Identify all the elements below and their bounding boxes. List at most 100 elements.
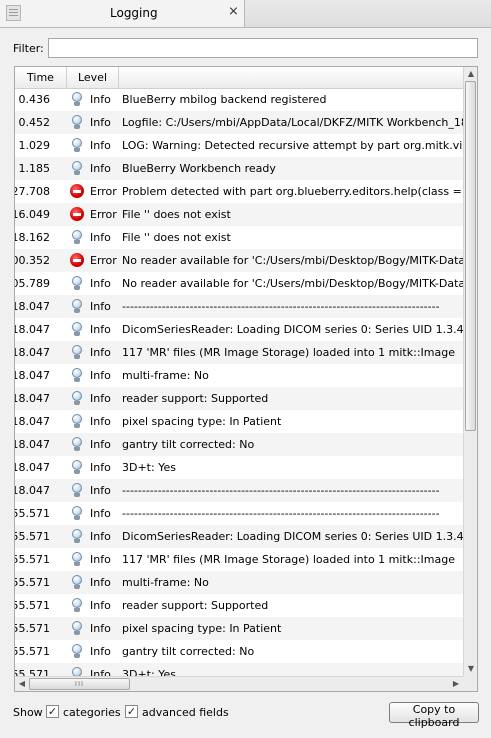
row-message: Problem detected with part org.blueberry… bbox=[122, 185, 463, 198]
row-time: 1318.047 bbox=[15, 438, 50, 451]
scroll-left-arrow-icon[interactable]: ◀ bbox=[15, 677, 29, 691]
table-row[interactable]: 0.436 Info BlueBerry mbilog backend regist… bbox=[15, 88, 463, 111]
error-icon bbox=[70, 253, 84, 268]
horizontal-scrollbar[interactable]: ◀ III ▶ bbox=[15, 676, 463, 691]
table-row[interactable]: 1318.047 Info ----------------------------… bbox=[15, 479, 463, 502]
row-time: 1355.571 bbox=[15, 530, 50, 543]
table-row[interactable]: 1318.047 Info reader support: Supported bbox=[15, 387, 463, 410]
table-row[interactable]: 716.049 Error File '' does not exist bbox=[15, 203, 463, 226]
table-row[interactable]: 1355.571 Info reader support: Supported bbox=[15, 594, 463, 617]
table-row[interactable]: 1318.047 Info multi-frame: No bbox=[15, 364, 463, 387]
row-time: 1355.571 bbox=[15, 576, 50, 589]
lightbulb-icon bbox=[70, 644, 84, 659]
row-message: LOG: Warning: Detected recursive attempt… bbox=[122, 139, 463, 152]
row-level: Info bbox=[90, 461, 111, 474]
row-message: 3D+t: Yes bbox=[122, 668, 176, 676]
row-level: Info bbox=[90, 576, 111, 589]
table-row[interactable]: 1355.571 Info multi-frame: No bbox=[15, 571, 463, 594]
row-message: BlueBerry Workbench ready bbox=[122, 162, 276, 175]
lightbulb-icon bbox=[70, 552, 84, 567]
scroll-up-arrow-icon[interactable]: ▲ bbox=[464, 67, 477, 81]
advanced-fields-label: advanced fields bbox=[142, 706, 229, 719]
lightbulb-icon bbox=[70, 414, 84, 429]
copy-to-clipboard-button[interactable]: Copy to clipboard bbox=[389, 702, 479, 729]
row-time: 0.436 bbox=[18, 93, 51, 106]
tab-logging[interactable]: Logging ⨯ bbox=[0, 0, 245, 27]
categories-checkbox[interactable]: ✓ bbox=[46, 705, 59, 718]
close-icon[interactable]: ⨯ bbox=[228, 5, 239, 19]
table-row[interactable]: 1355.571 Info 3D+t: Yes bbox=[15, 663, 463, 676]
table-row[interactable]: 1318.047 Info 3D+t: Yes bbox=[15, 456, 463, 479]
row-message: reader support: Supported bbox=[122, 599, 269, 612]
row-time: 716.049 bbox=[15, 208, 50, 221]
table-row[interactable]: 1355.571 Info DicomSeriesReader: Loading D… bbox=[15, 525, 463, 548]
lightbulb-icon bbox=[70, 368, 84, 383]
table-row[interactable]: 1.185 Info BlueBerry Workbench ready bbox=[15, 157, 463, 180]
tab-bar: Logging ⨯ bbox=[0, 0, 491, 28]
row-time: 1355.571 bbox=[15, 507, 50, 520]
log-table: Time Level 0.436 Info BlueBerry mbilog bac… bbox=[14, 66, 478, 692]
column-header-time[interactable]: Time bbox=[15, 67, 67, 88]
table-row[interactable]: 127.708 Error Problem detected with part o… bbox=[15, 180, 463, 203]
table-row[interactable]: 1300.352 Error No reader available for 'C:… bbox=[15, 249, 463, 272]
lightbulb-icon bbox=[70, 115, 84, 130]
row-time: 1318.047 bbox=[15, 392, 50, 405]
lightbulb-icon bbox=[70, 138, 84, 153]
table-row[interactable]: 1305.789 Info No reader available for 'C:/… bbox=[15, 272, 463, 295]
table-row[interactable]: 1355.571 Info pixel spacing type: In Pati… bbox=[15, 617, 463, 640]
row-time: 1300.352 bbox=[15, 254, 50, 267]
horizontal-scroll-thumb[interactable]: III bbox=[29, 678, 130, 690]
table-row[interactable]: 1318.047 Info pixel spacing type: In Pati… bbox=[15, 410, 463, 433]
table-row[interactable]: 1318.047 Info ----------------------------… bbox=[15, 295, 463, 318]
lightbulb-icon bbox=[70, 506, 84, 521]
row-time: 1318.047 bbox=[15, 415, 50, 428]
table-row[interactable]: 1355.571 Info 117 'MR' files (MR Image St… bbox=[15, 548, 463, 571]
lightbulb-icon bbox=[70, 437, 84, 452]
row-level: Info bbox=[90, 277, 111, 290]
row-level: Info bbox=[90, 139, 111, 152]
filter-input[interactable] bbox=[48, 38, 478, 58]
view-icon bbox=[6, 5, 21, 21]
categories-label: categories bbox=[63, 706, 121, 719]
tab-title: Logging bbox=[110, 6, 158, 20]
table-header: Time Level bbox=[15, 67, 463, 89]
table-row[interactable]: 718.162 Info File '' does not exist bbox=[15, 226, 463, 249]
row-time: 1318.047 bbox=[15, 346, 50, 359]
table-row[interactable]: 1355.571 Info ----------------------------… bbox=[15, 502, 463, 525]
row-level: Info bbox=[90, 507, 111, 520]
error-icon bbox=[70, 184, 84, 199]
row-message: 117 'MR' files (MR Image Storage) loaded… bbox=[122, 553, 455, 566]
row-level: Info bbox=[90, 116, 111, 129]
row-time: 718.162 bbox=[15, 231, 50, 244]
scroll-down-arrow-icon[interactable]: ▼ bbox=[464, 662, 477, 676]
row-level: Info bbox=[90, 231, 111, 244]
row-time: 1318.047 bbox=[15, 323, 50, 336]
column-header-level[interactable]: Level bbox=[67, 67, 119, 88]
row-level: Error bbox=[90, 185, 117, 198]
row-message: ----------------------------------------… bbox=[122, 507, 440, 520]
table-row[interactable]: 1318.047 Info gantry tilt corrected: No bbox=[15, 433, 463, 456]
row-level: Info bbox=[90, 484, 111, 497]
table-row[interactable]: 1318.047 Info DicomSeriesReader: Loading D… bbox=[15, 318, 463, 341]
lightbulb-icon bbox=[70, 575, 84, 590]
table-row[interactable]: 0.452 Info Logfile: C:/Users/mbi/AppData/L… bbox=[15, 111, 463, 134]
vertical-scrollbar[interactable]: ▲ ▼ bbox=[463, 67, 477, 676]
row-level: Info bbox=[90, 668, 111, 676]
row-level: Info bbox=[90, 392, 111, 405]
show-label: Show bbox=[13, 706, 43, 719]
row-level: Info bbox=[90, 323, 111, 336]
advanced-fields-checkbox[interactable]: ✓ bbox=[125, 705, 138, 718]
row-level: Info bbox=[90, 530, 111, 543]
row-level: Info bbox=[90, 599, 111, 612]
row-message: No reader available for 'C:/Users/mbi/De… bbox=[122, 254, 463, 267]
lightbulb-icon bbox=[70, 391, 84, 406]
table-row[interactable]: 1.029 Info LOG: Warning: Detected recursiv… bbox=[15, 134, 463, 157]
lightbulb-icon bbox=[70, 322, 84, 337]
vertical-scroll-thumb[interactable] bbox=[465, 81, 476, 431]
row-time: 1355.571 bbox=[15, 622, 50, 635]
scroll-right-arrow-icon[interactable]: ▶ bbox=[449, 677, 463, 691]
table-row[interactable]: 1318.047 Info 117 'MR' files (MR Image St… bbox=[15, 341, 463, 364]
lightbulb-icon bbox=[70, 92, 84, 107]
scroll-corner bbox=[463, 676, 477, 691]
table-row[interactable]: 1355.571 Info gantry tilt corrected: No bbox=[15, 640, 463, 663]
